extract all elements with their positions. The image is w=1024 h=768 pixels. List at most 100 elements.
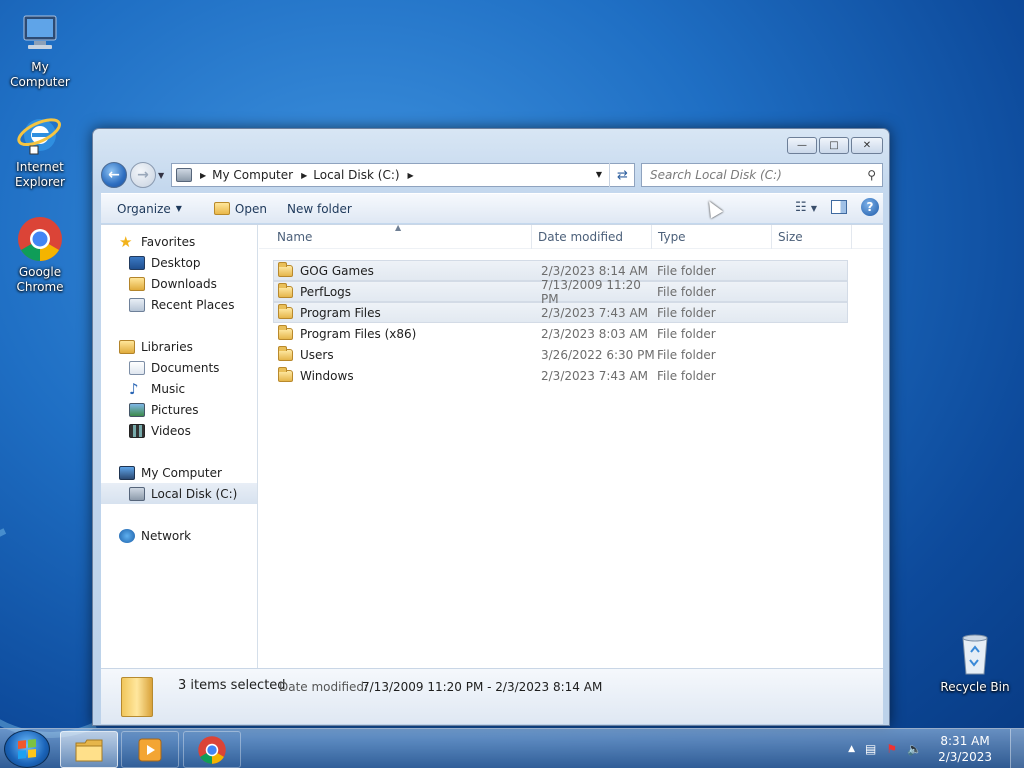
- nav-documents[interactable]: Documents: [101, 357, 257, 378]
- close-button[interactable]: ✕: [851, 137, 883, 154]
- downloads-icon: [129, 276, 145, 291]
- table-row[interactable]: Windows 2/3/2023 7:43 AM File folder: [273, 365, 848, 386]
- file-name: Users: [300, 347, 334, 362]
- file-date: 7/13/2009 11:20 PM: [541, 277, 641, 306]
- nav-favorites[interactable]: ★ Favorites: [101, 231, 257, 252]
- file-name: Windows: [300, 368, 354, 383]
- taskbar-chrome-button[interactable]: [183, 731, 241, 768]
- nav-libraries[interactable]: Libraries: [101, 336, 257, 357]
- taskbar-explorer-button[interactable]: [60, 731, 118, 768]
- network-icon: [119, 528, 135, 543]
- column-header-date[interactable]: Date modified: [532, 225, 652, 249]
- file-date: 2/3/2023 8:03 AM: [541, 326, 649, 341]
- open-button[interactable]: Open: [206, 198, 275, 220]
- new-folder-button[interactable]: New folder: [279, 198, 360, 220]
- nav-my-computer[interactable]: My Computer: [101, 462, 257, 483]
- nav-label: Desktop: [151, 255, 201, 270]
- desktop-icon-internet-explorer[interactable]: Internet Explorer: [0, 110, 80, 190]
- column-header-type[interactable]: Type: [652, 225, 772, 249]
- column-header-size[interactable]: Size: [772, 225, 852, 249]
- arrow-right-icon: →: [137, 167, 149, 183]
- desktop-icon-label: Google Chrome: [16, 265, 64, 294]
- volume-icon[interactable]: 🔈: [907, 742, 922, 756]
- nav-music[interactable]: ♪ Music: [101, 378, 257, 399]
- file-date: 3/26/2022 6:30 PM: [541, 347, 655, 362]
- nav-downloads[interactable]: Downloads: [101, 273, 257, 294]
- navigation-bar: ← → ▼ ▶ My Computer ▶ Local Disk (C:) ▶ …: [101, 161, 883, 189]
- breadcrumb-my-computer[interactable]: My Computer: [212, 168, 293, 182]
- nav-videos[interactable]: Videos: [101, 420, 257, 441]
- file-type: File folder: [657, 347, 716, 362]
- file-date: 2/3/2023 8:14 AM: [541, 263, 649, 278]
- search-input[interactable]: Search Local Disk (C:) ⚲: [641, 163, 883, 187]
- desktop-icon-recycle-bin[interactable]: Recycle Bin: [935, 630, 1015, 695]
- file-date: 2/3/2023 7:43 AM: [541, 368, 649, 383]
- organize-button[interactable]: Organize ▼: [109, 198, 190, 220]
- music-icon: ♪: [129, 379, 139, 398]
- breadcrumb-separator[interactable]: ▶: [301, 171, 307, 180]
- open-label: Open: [234, 201, 267, 216]
- table-row[interactable]: Program Files 2/3/2023 7:43 AM File fold…: [273, 302, 848, 323]
- nav-desktop[interactable]: Desktop: [101, 252, 257, 273]
- nav-local-disk[interactable]: Local Disk (C:): [101, 483, 257, 504]
- address-history-dropdown[interactable]: ▼: [596, 170, 602, 179]
- details-pane: 3 items selected Date modified: 7/13/200…: [101, 668, 883, 724]
- command-bar: Organize ▼ Open New folder ☷ ▼ ?: [101, 193, 883, 223]
- action-center-flag-icon[interactable]: ⚑: [886, 742, 897, 756]
- folder-stack-icon: [121, 677, 153, 717]
- column-header-name[interactable]: Name ▲: [259, 223, 532, 249]
- network-status-icon[interactable]: ▤: [865, 742, 876, 756]
- breadcrumb-local-disk[interactable]: Local Disk (C:): [313, 168, 399, 182]
- folder-icon: [278, 282, 293, 298]
- clock[interactable]: 8:31 AM 2/3/2023: [938, 733, 992, 765]
- refresh-button[interactable]: ⇄: [609, 163, 635, 187]
- table-row[interactable]: Users 3/26/2022 6:30 PM File folder: [273, 344, 848, 365]
- date-modified-value: 7/13/2009 11:20 PM - 2/3/2023 8:14 AM: [362, 680, 603, 694]
- minimize-button[interactable]: —: [787, 137, 817, 154]
- help-button[interactable]: ?: [861, 198, 879, 216]
- pictures-icon: [129, 402, 145, 417]
- folder-icon: [278, 303, 293, 319]
- table-row[interactable]: PerfLogs 7/13/2009 11:20 PM File folder: [273, 278, 848, 306]
- forward-button[interactable]: →: [130, 162, 156, 188]
- desktop-icon-label: Recycle Bin: [940, 680, 1010, 694]
- nav-recent-places[interactable]: Recent Places: [101, 294, 257, 315]
- folder-icon: [278, 261, 293, 277]
- column-label: Name: [277, 230, 313, 244]
- internet-explorer-icon: [16, 110, 64, 158]
- start-button[interactable]: [4, 730, 50, 768]
- recycle-bin-icon: [951, 630, 999, 678]
- documents-icon: [129, 360, 145, 375]
- desktop-icon-label: Internet Explorer: [15, 160, 65, 189]
- chevron-down-icon: ▼: [175, 204, 182, 213]
- file-name: PerfLogs: [300, 284, 352, 299]
- show-hidden-icons-button[interactable]: ▲: [848, 744, 855, 754]
- maximize-button[interactable]: □: [819, 137, 849, 154]
- nav-label: Network: [141, 528, 192, 543]
- back-button[interactable]: ←: [101, 162, 127, 188]
- nav-network[interactable]: Network: [101, 525, 257, 546]
- file-type: File folder: [657, 263, 716, 278]
- navigation-pane: ★ Favorites Desktop Downloads Recent Pla…: [101, 225, 258, 668]
- videos-icon: [129, 423, 145, 438]
- nav-pictures[interactable]: Pictures: [101, 399, 257, 420]
- change-view-button[interactable]: ☷ ▼: [795, 200, 817, 215]
- date-modified-label: Date modified:: [279, 680, 369, 694]
- address-bar[interactable]: ▶ My Computer ▶ Local Disk (C:) ▶ ▼: [171, 163, 635, 187]
- system-tray: ▲ ▤ ⚑ 🔈 8:31 AM 2/3/2023: [848, 729, 1024, 768]
- desktop-icon-google-chrome[interactable]: Google Chrome: [0, 215, 80, 295]
- breadcrumb-separator[interactable]: ▶: [200, 171, 206, 180]
- preview-pane-button[interactable]: [831, 200, 847, 214]
- chevron-down-icon: ▼: [810, 203, 817, 213]
- search-icon: ⚲: [867, 168, 876, 182]
- breadcrumb-separator[interactable]: ▶: [408, 171, 414, 180]
- desktop-icon-my-computer[interactable]: My Computer: [0, 10, 80, 90]
- recent-pages-dropdown[interactable]: ▼: [158, 171, 164, 180]
- desktop-icon: [129, 255, 145, 270]
- folder-icon: [75, 739, 103, 761]
- taskbar-media-player-button[interactable]: [121, 731, 179, 768]
- nav-label: Libraries: [141, 339, 193, 354]
- show-desktop-button[interactable]: [1010, 729, 1024, 768]
- table-row[interactable]: Program Files (x86) 2/3/2023 8:03 AM Fil…: [273, 323, 848, 344]
- organize-label: Organize: [117, 201, 171, 216]
